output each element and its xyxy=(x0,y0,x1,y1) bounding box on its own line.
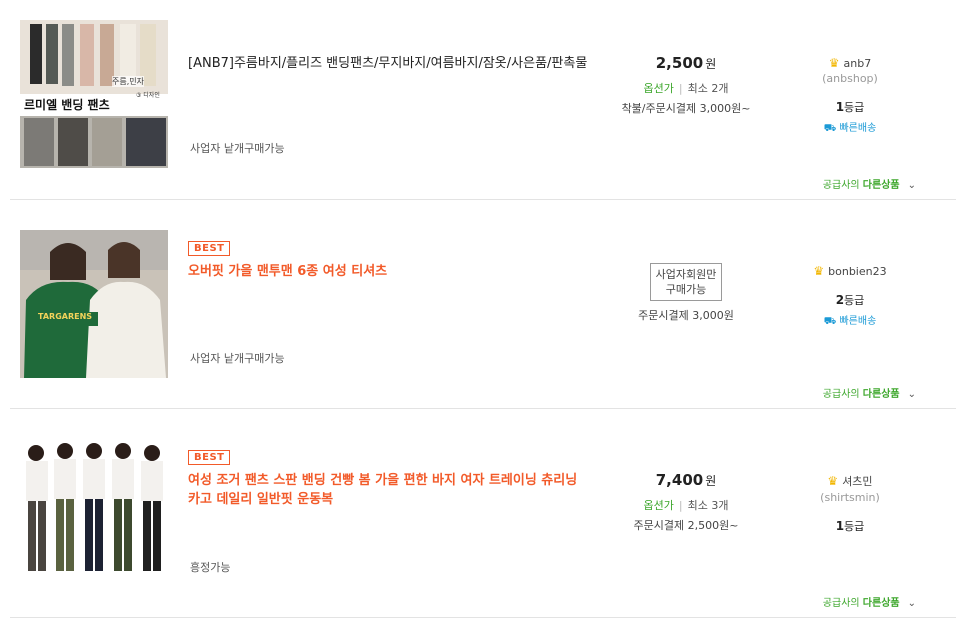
thumb-count: ③ 디자인 xyxy=(136,92,160,99)
best-badge: BEST xyxy=(188,450,231,465)
thumb-maintext: TARGARENS xyxy=(38,312,93,321)
crown-icon: ♛ xyxy=(813,264,825,278)
thumb-subtext: 주름,민자 xyxy=(112,76,144,87)
business-member-only-badge: 사업자회원만 구매가능 xyxy=(649,263,723,301)
truck-icon: ⛟ xyxy=(823,123,837,134)
list-item: TARGARENS BEST 오버핏 가을 맨투맨 6종 여성 티셔츠 사업자 … xyxy=(10,200,956,409)
supplier-other-products-button[interactable]: 공급사의 다른상품 ⌄ xyxy=(823,385,916,400)
price-option: 옵션가 | 최소 3개 xyxy=(643,499,729,512)
seller-name[interactable]: ♛ anb7 xyxy=(790,56,910,70)
seller-id: (anbshop) xyxy=(822,72,878,85)
product-list: 주름,민자 르미엘 밴딩 팬츠 ③ 디자인 [ANB7]주름바지/플리즈 밴딩팬… xyxy=(0,0,966,637)
thumb-maintext: 르미엘 밴딩 팬츠 xyxy=(24,98,110,112)
truck-icon: ⛟ xyxy=(823,316,837,327)
seller-grade: 2등급 xyxy=(835,293,865,307)
supplier-other-products-button[interactable]: 공급사의 다른상품 ⌄ xyxy=(823,176,916,191)
shipping-info: 착불/주문시결제 3,000원~ xyxy=(621,102,751,115)
product-thumbnail[interactable]: TARGARENS xyxy=(20,230,168,378)
shipping-info: 주문시결제 3,000원 xyxy=(638,309,734,322)
product-title[interactable]: 오버핏 가을 맨투맨 6종 여성 티셔츠 xyxy=(188,262,598,281)
product-price: 2,500 원 xyxy=(655,54,717,72)
chevron-down-icon: ⌄ xyxy=(907,180,916,191)
product-note: 사업자 낱개구매가능 xyxy=(190,352,285,365)
list-item: 주름,민자 르미엘 밴딩 팬츠 ③ 디자인 [ANB7]주름바지/플리즈 밴딩팬… xyxy=(10,0,956,200)
price-option: 옵션가 | 최소 2개 xyxy=(643,82,729,95)
seller-grade: 1등급 xyxy=(835,519,865,533)
chevron-down-icon: ⌄ xyxy=(907,598,916,609)
shipping-info: 주문시결제 2,500원~ xyxy=(633,519,739,532)
fast-delivery: ⛟ 빠른배송 xyxy=(823,316,877,327)
supplier-other-products-button[interactable]: 공급사의 다른상품 ⌄ xyxy=(823,594,916,609)
product-image xyxy=(20,230,168,378)
product-price: 7,400 원 xyxy=(655,471,717,489)
seller-grade: 1등급 xyxy=(835,100,865,114)
product-thumbnail[interactable] xyxy=(20,439,168,587)
product-title[interactable]: [ANB7]주름바지/플리즈 밴딩팬츠/무지바지/여름바지/잠옷/사은품/판촉물 xyxy=(188,54,598,73)
chevron-down-icon: ⌄ xyxy=(907,389,916,400)
list-item: BEST 여성 조거 팬츠 스판 밴딩 건빵 봄 가을 편한 바지 여자 트레이… xyxy=(10,409,956,618)
product-title[interactable]: 여성 조거 팬츠 스판 밴딩 건빵 봄 가을 편한 바지 여자 트레이닝 츄리닝… xyxy=(188,471,598,509)
crown-icon: ♛ xyxy=(827,474,839,488)
seller-name[interactable]: ♛ 셔츠민 xyxy=(790,473,910,489)
best-badge: BEST xyxy=(188,241,231,256)
seller-name[interactable]: ♛ bonbien23 xyxy=(790,264,910,278)
product-note: 흥정가능 xyxy=(190,561,231,574)
product-thumbnail[interactable]: 주름,민자 르미엘 밴딩 팬츠 ③ 디자인 xyxy=(20,20,168,168)
product-note: 사업자 낱개구매가능 xyxy=(190,142,285,155)
seller-id: (shirtsmin) xyxy=(820,491,880,504)
fast-delivery: ⛟ 빠른배송 xyxy=(823,123,877,134)
crown-icon: ♛ xyxy=(828,56,840,70)
product-image xyxy=(20,439,168,587)
